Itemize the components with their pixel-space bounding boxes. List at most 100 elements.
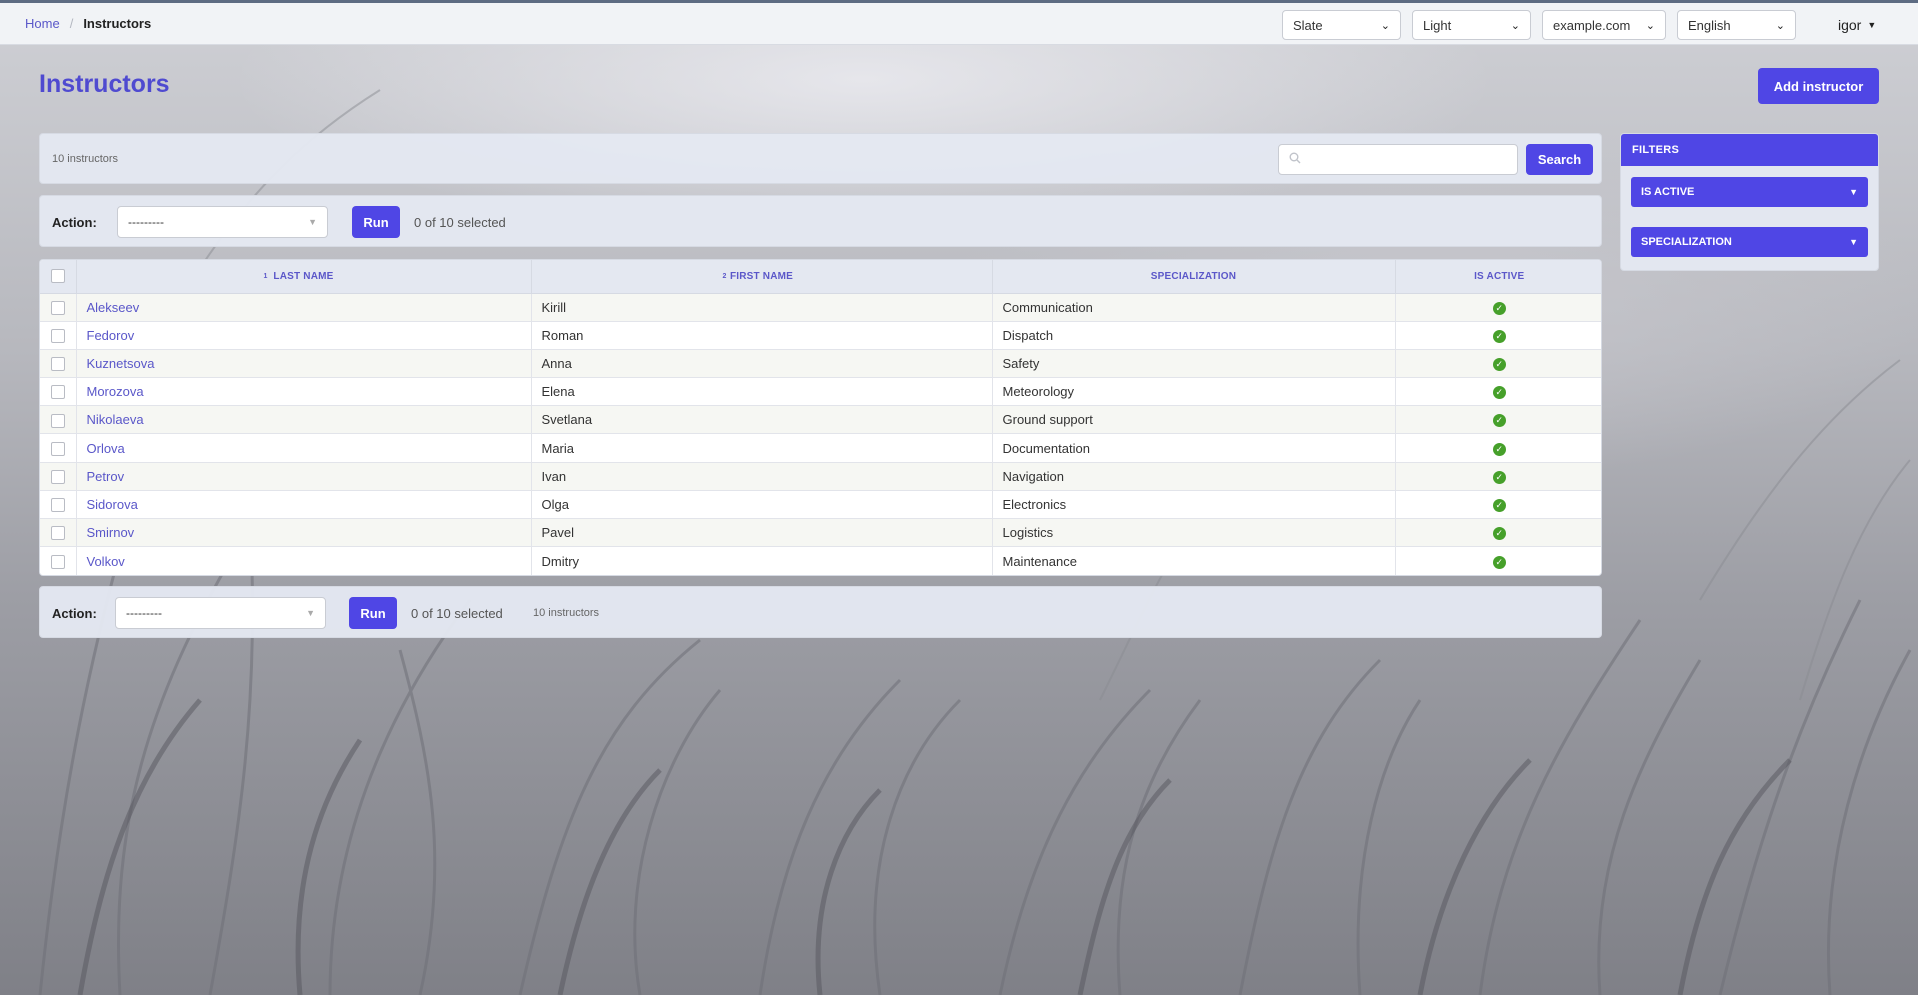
column-label: Specialization (1150, 270, 1237, 282)
search-button[interactable]: Search (1526, 144, 1593, 175)
column-header-first-name[interactable]: 2 First name (531, 260, 993, 294)
chevron-down-icon: ⌄ (1510, 19, 1520, 32)
cell-is-active: ✓ (1395, 377, 1601, 407)
cell-last-name: Sidorova (76, 490, 532, 520)
column-header-specialization[interactable]: Specialization (992, 260, 1396, 294)
language-select[interactable]: English ⌄ (1677, 10, 1796, 40)
cell-first-name: Olga (531, 490, 993, 520)
action-select[interactable]: --------- ▼ (117, 206, 328, 238)
chevron-down-icon: ▼ (306, 608, 315, 618)
cell-specialization: Electronics (992, 490, 1396, 520)
instructors-table: 1 Last name 2 First name Specialization … (39, 259, 1602, 576)
cell-last-name: Orlova (76, 433, 532, 463)
row-checkbox[interactable] (50, 357, 65, 372)
cell-is-active: ✓ (1395, 490, 1601, 520)
user-menu[interactable]: igor ▼ (1838, 17, 1876, 33)
search-bar: 10 instructors Search (39, 133, 1602, 184)
row-select-cell (40, 321, 77, 350)
select-all-checkbox[interactable] (50, 269, 65, 284)
row-select-cell (40, 433, 77, 463)
filter-specialization[interactable]: Specialization ▼ (1631, 227, 1868, 257)
table-row: Alekseev Kirill Communication ✓ (40, 293, 1601, 322)
action-label: Action: (52, 215, 97, 230)
run-button[interactable]: Run (352, 206, 400, 238)
cell-is-active: ✓ (1395, 321, 1601, 350)
instructor-link[interactable]: Petrov (87, 469, 125, 484)
check-circle-icon: ✓ (1492, 386, 1506, 400)
cell-specialization: Documentation (992, 433, 1396, 463)
row-checkbox[interactable] (50, 385, 65, 400)
row-checkbox[interactable] (50, 329, 65, 344)
action-label: Action: (52, 606, 97, 621)
table-row: Kuznetsova Anna Safety ✓ (40, 349, 1601, 379)
cell-is-active: ✓ (1395, 293, 1601, 322)
row-checkbox[interactable] (50, 300, 65, 315)
main-content: Instructors Add instructor 10 instructor… (0, 0, 1918, 995)
instructor-link[interactable]: Fedorov (87, 328, 135, 343)
cell-first-name: Ivan (531, 462, 993, 491)
row-select-cell (40, 490, 77, 520)
table-row: Orlova Maria Documentation ✓ (40, 433, 1601, 463)
cell-first-name: Pavel (531, 518, 993, 548)
sort-priority: 1 (263, 273, 268, 280)
column-header-is-active[interactable]: Is active (1395, 260, 1601, 294)
row-checkbox[interactable] (50, 413, 65, 428)
row-checkbox[interactable] (50, 554, 65, 569)
chevron-down-icon: ⌄ (1645, 19, 1655, 32)
instructor-link[interactable]: Sidorova (87, 497, 138, 512)
column-header-last-name[interactable]: 1 Last name (76, 260, 532, 294)
table-row: Petrov Ivan Navigation ✓ (40, 462, 1601, 491)
site-select[interactable]: example.com ⌄ (1542, 10, 1666, 40)
filters-panel: Filters Is active ▼ Specialization ▼ (1620, 133, 1879, 271)
cell-specialization: Safety (992, 349, 1396, 379)
filters-title: Filters (1621, 134, 1878, 166)
table-row: Smirnov Pavel Logistics ✓ (40, 518, 1601, 548)
top-bar: Home / Instructors Slate ⌄ Light ⌄ examp… (0, 0, 1918, 45)
breadcrumb-separator: / (69, 16, 74, 31)
cell-is-active: ✓ (1395, 546, 1601, 575)
table-row: Morozova Elena Meteorology ✓ (40, 377, 1601, 407)
cell-last-name: Fedorov (76, 321, 532, 350)
theme-select[interactable]: Slate ⌄ (1282, 10, 1401, 40)
mode-select[interactable]: Light ⌄ (1412, 10, 1531, 40)
instructor-link[interactable]: Smirnov (87, 525, 135, 540)
instructor-link[interactable]: Volkov (87, 554, 125, 569)
selection-count: 0 of 10 selected (411, 606, 503, 621)
search-input[interactable] (1278, 144, 1518, 175)
theme-select-value: Slate (1293, 17, 1323, 33)
cell-last-name: Smirnov (76, 518, 532, 548)
cell-first-name: Anna (531, 349, 993, 379)
filter-is-active[interactable]: Is active ▼ (1631, 177, 1868, 207)
cell-first-name: Roman (531, 321, 993, 350)
cell-first-name: Kirill (531, 293, 993, 322)
cell-specialization: Logistics (992, 518, 1396, 548)
action-bar-top: Action: --------- ▼ Run 0 of 10 selected (39, 195, 1602, 247)
instructor-link[interactable]: Alekseev (87, 300, 140, 315)
breadcrumb-home-link[interactable]: Home (25, 16, 60, 31)
cell-is-active: ✓ (1395, 518, 1601, 548)
row-select-cell (40, 293, 77, 322)
row-checkbox[interactable] (50, 441, 65, 456)
row-checkbox[interactable] (50, 470, 65, 484)
page-title: Instructors (39, 70, 170, 98)
row-checkbox[interactable] (50, 498, 65, 513)
instructor-link[interactable]: Nikolaeva (87, 412, 144, 427)
run-button[interactable]: Run (349, 597, 397, 629)
chevron-down-icon: ⌄ (1380, 19, 1390, 32)
table-row: Volkov Dmitry Maintenance ✓ (40, 546, 1601, 575)
cell-specialization: Communication (992, 293, 1396, 322)
row-checkbox[interactable] (50, 526, 65, 541)
action-select[interactable]: --------- ▼ (115, 597, 326, 629)
result-count: 10 instructors (533, 607, 600, 619)
row-select-cell (40, 518, 77, 548)
result-count: 10 instructors (52, 153, 119, 165)
instructor-link[interactable]: Orlova (87, 441, 125, 456)
cell-is-active: ✓ (1395, 405, 1601, 435)
topbar-selects: Slate ⌄ Light ⌄ example.com ⌄ English ⌄ (1282, 10, 1796, 40)
cell-last-name: Petrov (76, 462, 532, 491)
cell-is-active: ✓ (1395, 462, 1601, 491)
instructor-link[interactable]: Morozova (87, 384, 144, 399)
instructor-link[interactable]: Kuznetsova (87, 356, 155, 371)
cell-last-name: Volkov (76, 546, 532, 575)
add-instructor-button[interactable]: Add instructor (1758, 68, 1879, 104)
